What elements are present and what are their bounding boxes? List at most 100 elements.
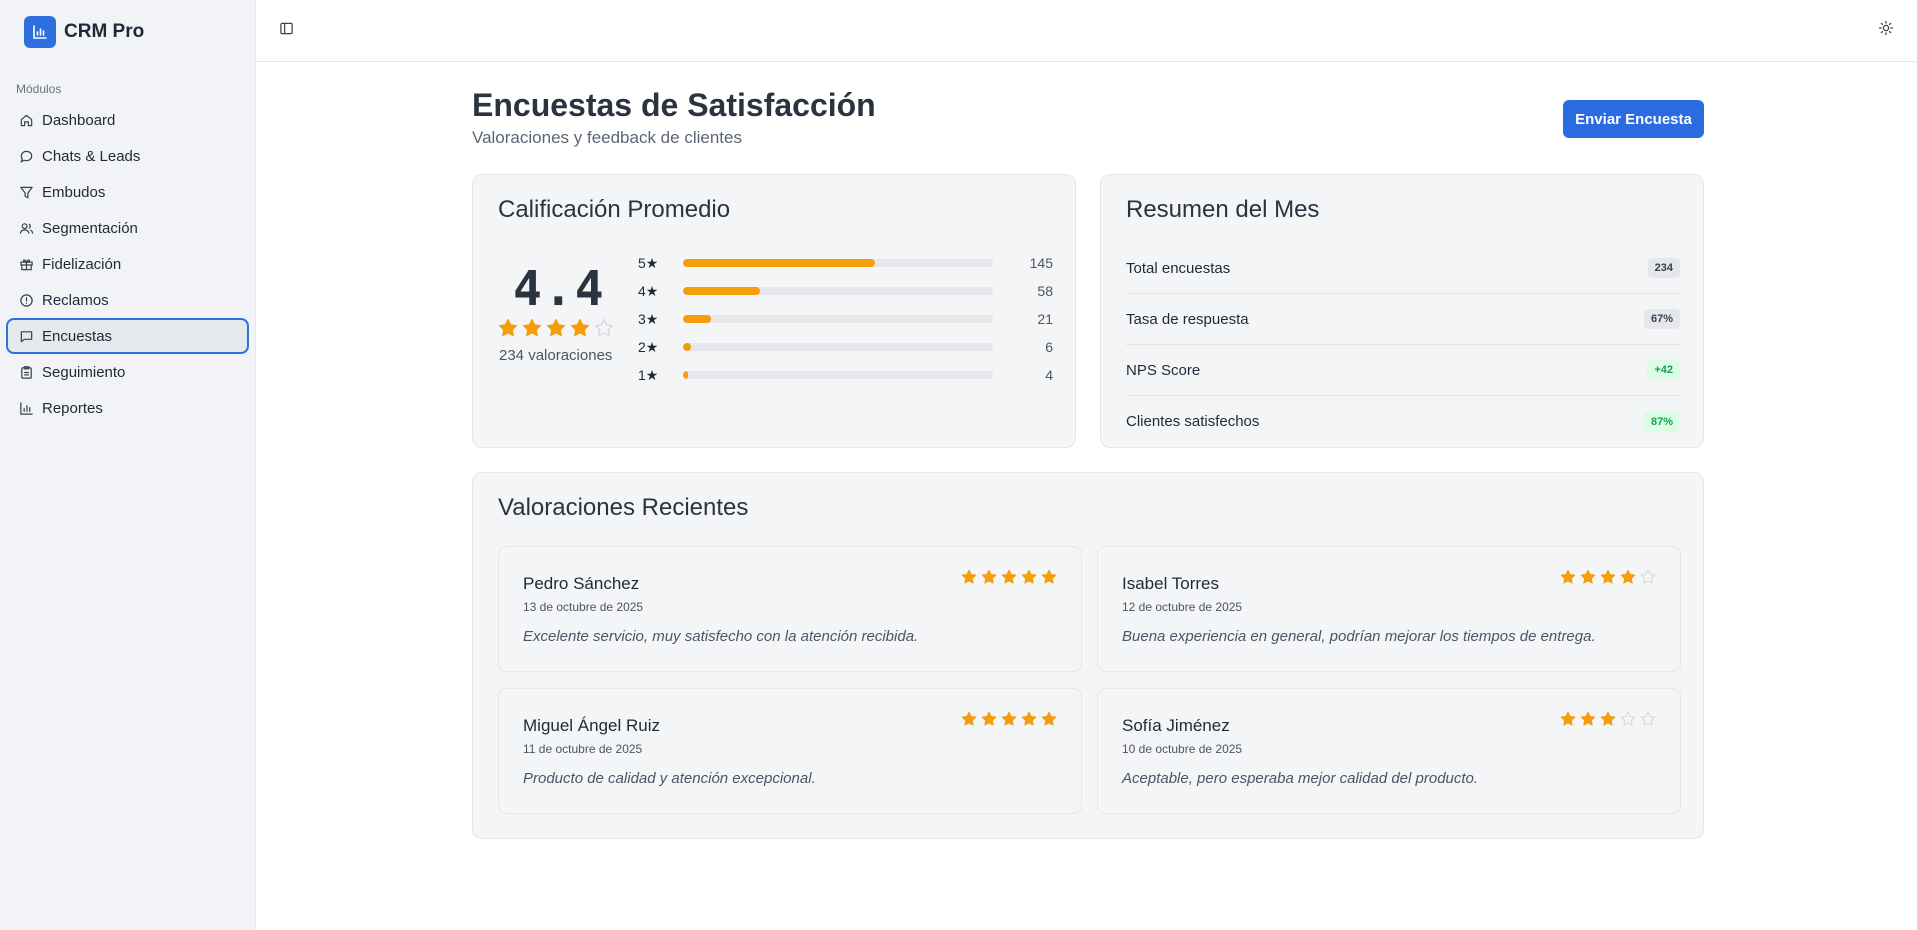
- summary-badge: 234: [1647, 258, 1680, 278]
- distribution-track: [683, 259, 993, 267]
- star-empty-icon: [1640, 569, 1656, 584]
- review-comment: Aceptable, pero esperaba mejor calidad d…: [1122, 770, 1479, 787]
- star-filled-icon: [1620, 569, 1636, 584]
- sidebar-item-embudos[interactable]: Embudos: [6, 174, 249, 210]
- average-rating-stars: [498, 318, 614, 338]
- sidebar-item-label: Reportes: [42, 399, 103, 417]
- sidebar-item-encuestas[interactable]: Encuestas: [6, 318, 249, 354]
- distribution-track: [683, 315, 993, 323]
- review-card: Sofía Jiménez 10 de octubre de 2025 Acep…: [1097, 688, 1681, 814]
- star-filled-icon: [981, 711, 997, 726]
- distribution-track: [683, 343, 993, 351]
- review-date: 12 de octubre de 2025: [1122, 600, 1243, 614]
- sidebar-item-label: Segmentación: [42, 219, 138, 237]
- card-title: Resumen del Mes: [1126, 196, 1320, 223]
- sidebar-item-chats-leads[interactable]: Chats & Leads: [6, 138, 249, 174]
- star-filled-icon: [1580, 711, 1596, 726]
- sidebar-item-fidelizacion[interactable]: Fidelización: [6, 246, 249, 282]
- sidebar: CRM Pro Módulos Dashboard Chats & Leads …: [0, 0, 256, 930]
- review-date: 13 de octubre de 2025: [523, 600, 644, 614]
- star-filled-icon: [546, 318, 566, 337]
- recent-ratings-card: Valoraciones Recientes Pedro Sánchez 13 …: [472, 472, 1704, 839]
- review-card: Pedro Sánchez 13 de octubre de 2025 Exce…: [498, 546, 1082, 672]
- monthly-summary-card: Resumen del Mes Total encuestas 234 Tasa…: [1100, 174, 1704, 448]
- review-stars: [961, 569, 1057, 585]
- sidebar-item-reclamos[interactable]: Reclamos: [6, 282, 249, 318]
- distribution-label: 1★: [638, 366, 659, 383]
- chat-bubble-icon: [18, 148, 34, 164]
- distribution-row: 2★ 6: [638, 333, 1053, 361]
- review-date: 10 de octubre de 2025: [1122, 742, 1243, 756]
- rating-distribution: 5★ 145 4★ 58 3★ 21 2★ 6 1★ 4: [638, 249, 1053, 389]
- distribution-count: 58: [1037, 283, 1053, 299]
- summary-label: NPS Score: [1126, 361, 1201, 379]
- sidebar-section-label: Módulos: [16, 82, 62, 96]
- distribution-row: 5★ 145: [638, 249, 1053, 277]
- users-icon: [18, 220, 34, 236]
- summary-badge: 67%: [1643, 309, 1680, 329]
- distribution-label: 4★: [638, 282, 659, 299]
- star-filled-icon: [1001, 711, 1017, 726]
- rating-count: 234 valoraciones: [499, 347, 613, 364]
- brand[interactable]: CRM Pro: [0, 0, 255, 64]
- summary-badge: +42: [1647, 360, 1680, 380]
- sidebar-item-seguimiento[interactable]: Seguimiento: [6, 354, 249, 390]
- summary-badge: 87%: [1643, 411, 1680, 432]
- sidebar-item-label: Embudos: [42, 183, 106, 201]
- app-name: CRM Pro: [64, 21, 145, 42]
- card-title: Valoraciones Recientes: [498, 494, 749, 521]
- home-icon: [18, 112, 34, 128]
- sidebar-item-label: Chats & Leads: [42, 147, 141, 165]
- star-filled-icon: [1021, 569, 1037, 584]
- reviewer-name: Isabel Torres: [1122, 574, 1220, 593]
- sidebar-toggle-icon[interactable]: [276, 18, 296, 38]
- distribution-count: 21: [1037, 311, 1053, 327]
- star-empty-icon: [1640, 711, 1656, 726]
- reviewer-name: Sofía Jiménez: [1122, 716, 1230, 735]
- star-filled-icon: [570, 318, 590, 337]
- review-card: Isabel Torres 12 de octubre de 2025 Buen…: [1097, 546, 1681, 672]
- sidebar-item-dashboard[interactable]: Dashboard: [6, 102, 249, 138]
- star-filled-icon: [961, 569, 977, 584]
- review-stars: [961, 711, 1057, 727]
- distribution-label: 2★: [638, 338, 659, 355]
- sidebar-item-label: Encuestas: [42, 327, 113, 345]
- review-card: Miguel Ángel Ruiz 11 de octubre de 2025 …: [498, 688, 1082, 814]
- reviewer-name: Pedro Sánchez: [523, 574, 640, 593]
- distribution-count: 4: [1045, 367, 1053, 383]
- summary-row-response-rate: Tasa de respuesta 67%: [1126, 294, 1680, 345]
- star-empty-icon: [1620, 711, 1636, 726]
- summary-label: Tasa de respuesta: [1126, 310, 1249, 328]
- topbar: [256, 0, 1917, 62]
- summary-label: Clientes satisfechos: [1126, 413, 1260, 430]
- distribution-bar: [683, 287, 760, 295]
- sidebar-item-label: Seguimiento: [42, 363, 126, 381]
- review-date: 11 de octubre de 2025: [523, 742, 643, 756]
- sidebar-item-reportes[interactable]: Reportes: [6, 390, 249, 426]
- star-filled-icon: [1021, 711, 1037, 726]
- sidebar-item-segmentacion[interactable]: Segmentación: [6, 210, 249, 246]
- gift-icon: [18, 256, 34, 272]
- review-comment: Producto de calidad y atención excepcion…: [523, 770, 816, 787]
- distribution-row: 1★ 4: [638, 361, 1053, 389]
- send-survey-button[interactable]: Enviar Encuesta: [1563, 100, 1704, 138]
- distribution-label: 5★: [638, 254, 659, 271]
- star-filled-icon: [981, 569, 997, 584]
- summary-label: Total encuestas: [1126, 259, 1231, 277]
- message-square-icon: [18, 328, 34, 344]
- star-filled-icon: [1580, 569, 1596, 584]
- star-filled-icon: [522, 318, 542, 337]
- sun-icon[interactable]: [1875, 17, 1897, 39]
- sidebar-item-label: Fidelización: [42, 255, 122, 273]
- star-filled-icon: [1600, 711, 1616, 726]
- distribution-track: [683, 287, 993, 295]
- distribution-bar: [683, 259, 876, 267]
- summary-row-satisfied-clients: Clientes satisfechos 87%: [1126, 396, 1680, 447]
- sidebar-nav: Dashboard Chats & Leads Embudos Segmenta…: [0, 102, 255, 426]
- sidebar-item-label: Reclamos: [42, 291, 109, 309]
- star-filled-icon: [1041, 711, 1057, 726]
- bar-chart-icon: [24, 16, 56, 48]
- bar-chart-icon: [18, 400, 34, 416]
- alert-circle-icon: [18, 292, 34, 308]
- review-comment: Buena experiencia en general, podrían me…: [1122, 628, 1596, 645]
